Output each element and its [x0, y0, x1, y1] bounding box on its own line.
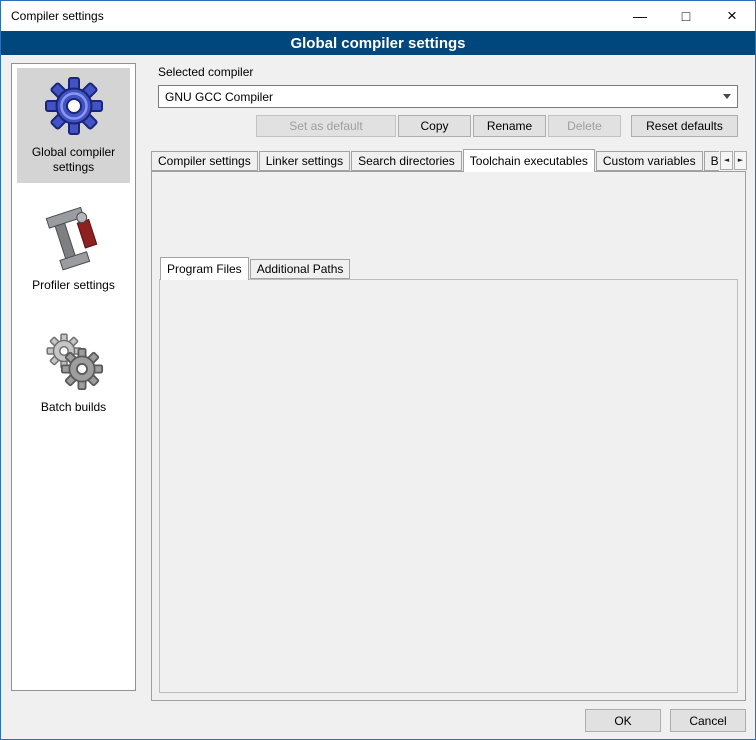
- sidebar-item-profiler-settings[interactable]: Profiler settings: [17, 201, 130, 301]
- sidebar-item-global-compiler-settings[interactable]: Global compiler settings: [17, 68, 130, 183]
- tab-search-directories[interactable]: Search directories: [351, 151, 462, 171]
- profiler-tool-icon: [44, 207, 104, 274]
- tab-custom-variables[interactable]: Custom variables: [596, 151, 703, 171]
- rename-button[interactable]: Rename: [473, 115, 546, 137]
- main-tabs: Compiler settings Linker settings Search…: [151, 149, 719, 172]
- tab-toolchain-executables[interactable]: Toolchain executables: [463, 149, 595, 172]
- tab-build-options[interactable]: Buil: [704, 151, 719, 171]
- compiler-settings-dialog: Compiler settings — □ × Global compiler …: [0, 0, 756, 740]
- dropdown-arrow-icon: [723, 94, 731, 99]
- copy-button[interactable]: Copy: [398, 115, 471, 137]
- page-title: Global compiler settings: [290, 35, 465, 52]
- reset-defaults-button[interactable]: Reset defaults: [631, 115, 738, 137]
- gray-gears-icon: [42, 331, 106, 396]
- tab-scroll-left-icon[interactable]: ◄: [720, 151, 733, 170]
- compiler-select[interactable]: GNU GCC Compiler: [158, 85, 738, 108]
- sidebar-item-label: Global compiler settings: [19, 145, 128, 175]
- program-files-panel: [159, 279, 738, 693]
- window-title: Compiler settings: [1, 9, 104, 23]
- ok-button[interactable]: OK: [585, 709, 661, 732]
- blue-gear-icon: [42, 74, 106, 141]
- window-controls: — □ ×: [617, 1, 755, 31]
- set-as-default-button[interactable]: Set as default: [256, 115, 396, 137]
- subtab-additional-paths[interactable]: Additional Paths: [250, 259, 351, 279]
- tab-compiler-settings[interactable]: Compiler settings: [151, 151, 258, 171]
- compiler-select-value: GNU GCC Compiler: [165, 90, 273, 104]
- tab-linker-settings[interactable]: Linker settings: [259, 151, 350, 171]
- sidebar: Global compiler settings Profiler settin…: [11, 63, 136, 691]
- sidebar-item-label: Profiler settings: [32, 278, 115, 293]
- maximize-icon[interactable]: □: [663, 1, 709, 31]
- dialog-header: Global compiler settings: [1, 31, 755, 55]
- sidebar-item-batch-builds[interactable]: Batch builds: [17, 325, 130, 423]
- sidebar-item-label: Batch builds: [41, 400, 106, 415]
- delete-button[interactable]: Delete: [548, 115, 621, 137]
- cancel-button[interactable]: Cancel: [670, 709, 746, 732]
- tab-scroll-right-icon[interactable]: ►: [734, 151, 747, 170]
- title-bar: Compiler settings — □ ×: [1, 1, 755, 31]
- close-icon[interactable]: ×: [709, 1, 755, 31]
- sub-tabs: Program Files Additional Paths: [160, 257, 351, 280]
- selected-compiler-label: Selected compiler: [158, 65, 253, 79]
- minimize-icon[interactable]: —: [617, 1, 663, 31]
- subtab-program-files[interactable]: Program Files: [160, 257, 249, 280]
